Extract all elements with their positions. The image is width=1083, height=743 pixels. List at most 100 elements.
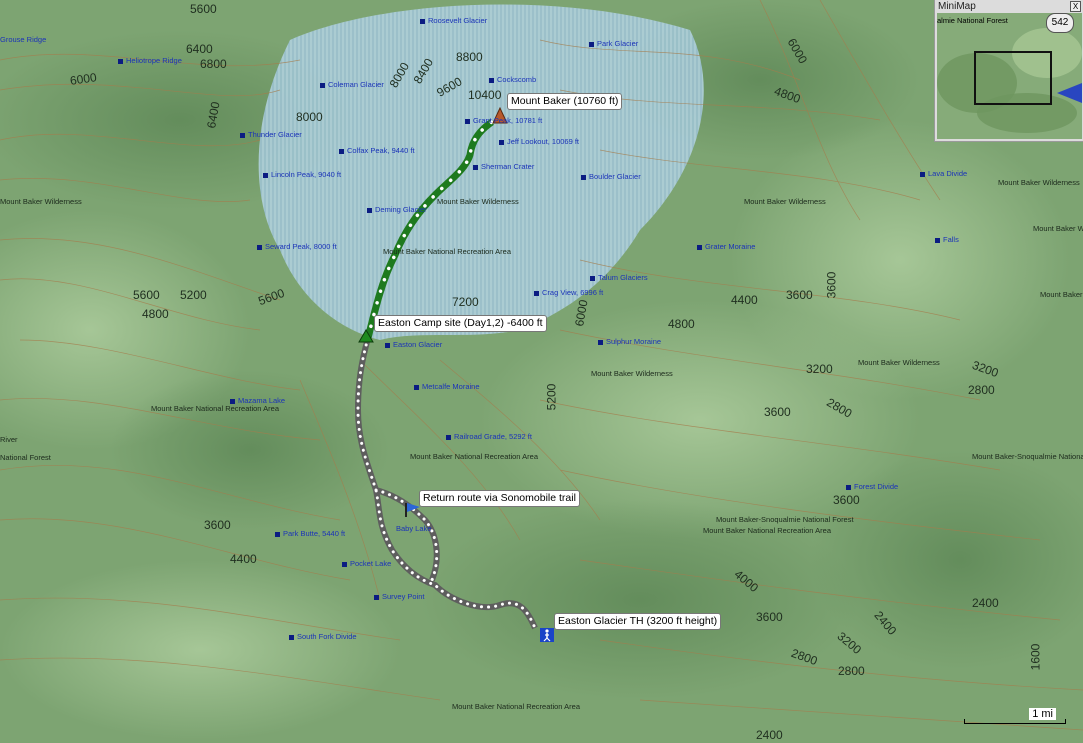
poi-lava-divide[interactable]: Lava Divide xyxy=(920,169,967,178)
poi-label: Heliotrope Ridge xyxy=(126,56,182,65)
area-label: Mount Baker National Recreation Area xyxy=(410,452,538,461)
poi-easton-glacier[interactable]: Easton Glacier xyxy=(385,340,442,349)
poi-sulphur-moraine[interactable]: Sulphur Moraine xyxy=(598,337,661,346)
poi-label: Easton Glacier xyxy=(393,340,443,349)
peak-icon xyxy=(263,172,268,178)
poi-crag-view[interactable]: Crag View, 6996 ft xyxy=(534,288,603,297)
area-label: Mount Baker Wilderness xyxy=(1040,290,1083,299)
trailhead-callout[interactable]: Easton Glacier TH (3200 ft height) xyxy=(554,613,722,630)
poi-forest-divide[interactable]: Forest Divide xyxy=(846,482,898,491)
elevation-label: 4400 xyxy=(230,552,257,566)
elevation-label: 5200 xyxy=(180,288,207,302)
poi-label: Falls xyxy=(943,235,959,244)
peak-icon xyxy=(339,148,344,154)
elevation-label: 4800 xyxy=(142,307,169,321)
peak-icon xyxy=(465,118,470,124)
poi-label: Colfax Peak, 9440 ft xyxy=(347,146,415,155)
elevation-label: 5600 xyxy=(133,288,160,302)
poi-park-butte[interactable]: Park Butte, 5440 ft xyxy=(275,529,345,538)
elevation-label: 3200 xyxy=(806,362,833,376)
poi-label: Forest Divide xyxy=(854,482,899,491)
elevation-label: 6400 xyxy=(186,42,213,56)
marker-icon xyxy=(846,484,851,490)
poi-boulder-glacier[interactable]: Boulder Glacier xyxy=(581,172,641,181)
area-label: Mount Baker Wilderness xyxy=(1033,224,1083,233)
zoom-badge[interactable]: 542 xyxy=(1046,13,1074,33)
poi-colfax-peak[interactable]: Colfax Peak, 9440 ft xyxy=(339,146,415,155)
poi-baby-lake[interactable]: Baby Lake xyxy=(396,524,431,533)
minimap-viewport[interactable] xyxy=(974,51,1052,105)
marker-icon xyxy=(289,634,294,640)
scale-bar: 1 mi xyxy=(964,708,1066,728)
close-icon[interactable]: X xyxy=(1070,1,1081,12)
poi-heliotrope-ridge[interactable]: Heliotrope Ridge xyxy=(118,56,182,65)
poi-pocket-lake[interactable]: Pocket Lake xyxy=(342,559,391,568)
elevation-label: 3600 xyxy=(833,493,860,507)
area-label: Mount Baker Wilderness xyxy=(591,369,673,378)
minimap-panel[interactable]: MiniMap X almie National Forest 542 xyxy=(934,0,1083,142)
area-label: Mount Baker Wilderness xyxy=(858,358,940,367)
camp-callout[interactable]: Easton Camp site (Day1,2) -6400 ft xyxy=(374,315,547,332)
poi-thunder-glacier[interactable]: Thunder Glacier xyxy=(240,130,302,139)
poi-label: Metcalfe Moraine xyxy=(422,382,480,391)
poi-talum-glaciers[interactable]: Talum Glaciers xyxy=(590,273,648,282)
area-label: Mount Baker-Snoqualmie National Forest xyxy=(972,452,1083,461)
area-label: Mount Baker National Recreation Area xyxy=(703,526,831,535)
poi-label: Seward Peak, 8000 ft xyxy=(265,242,337,251)
peak-icon xyxy=(275,531,280,537)
poi-label: Lava Divide xyxy=(928,169,968,178)
poi-lincoln-peak[interactable]: Lincoln Peak, 9040 ft xyxy=(263,170,341,179)
marker-icon xyxy=(473,164,478,170)
poi-label: Pocket Lake xyxy=(350,559,392,568)
marker-icon xyxy=(697,244,702,250)
poi-label: Roosevelt Glacier xyxy=(428,16,488,25)
scale-line xyxy=(964,719,1066,724)
poi-grant-peak[interactable]: Grant Peak, 10781 ft xyxy=(465,116,542,125)
return-route-callout[interactable]: Return route via Sonomobile trail xyxy=(419,490,580,507)
map-canvas[interactable]: 5600 6400 6800 6000 6400 8000 8000 8400 … xyxy=(0,0,1083,743)
marker-icon xyxy=(240,132,245,138)
poi-railroad-grade[interactable]: Railroad Grade, 5292 ft xyxy=(446,432,532,441)
poi-label: Grater Moraine xyxy=(705,242,756,251)
elevation-label: 4400 xyxy=(731,293,758,307)
poi-roosevelt-glacier[interactable]: Roosevelt Glacier xyxy=(420,16,487,25)
poi-label: Boulder Glacier xyxy=(589,172,641,181)
poi-jeff-lookout[interactable]: Jeff Lookout, 10069 ft xyxy=(499,137,579,146)
poi-cockscomb[interactable]: Cockscomb xyxy=(489,75,536,84)
area-label: Mount Baker National Recreation Area xyxy=(151,404,279,413)
poi-sherman-crater[interactable]: Sherman Crater xyxy=(473,162,534,171)
summit-callout[interactable]: Mount Baker (10760 ft) xyxy=(507,93,623,110)
elevation-label: 6800 xyxy=(200,57,227,71)
poi-label: Coleman Glacier xyxy=(328,80,384,89)
elevation-label: 8000 xyxy=(296,110,323,124)
poi-south-fork-divide[interactable]: South Fork Divide xyxy=(289,632,357,641)
poi-metcalfe-moraine[interactable]: Metcalfe Moraine xyxy=(414,382,480,391)
minimap-title: MiniMap xyxy=(938,1,976,12)
poi-survey-point[interactable]: Survey Point xyxy=(374,592,425,601)
poi-grouse-ridge[interactable]: Grouse Ridge xyxy=(0,35,46,44)
elevation-label: 4800 xyxy=(668,317,695,331)
peak-icon xyxy=(257,244,262,250)
minimap-view[interactable]: almie National Forest 542 xyxy=(937,13,1082,139)
poi-label: Railroad Grade, 5292 ft xyxy=(454,432,532,441)
poi-label: Park Glacier xyxy=(597,39,639,48)
poi-label: Sulphur Moraine xyxy=(606,337,662,346)
poi-label: Cockscomb xyxy=(497,75,537,84)
poi-coleman-glacier[interactable]: Coleman Glacier xyxy=(320,80,384,89)
poi-falls[interactable]: Falls xyxy=(935,235,959,244)
elevation-label: 3600 xyxy=(204,518,231,532)
poi-deming-glacier[interactable]: Deming Glacier xyxy=(367,205,427,214)
marker-icon xyxy=(342,561,347,567)
marker-icon xyxy=(230,398,235,404)
elevation-label: 10400 xyxy=(468,88,502,102)
poi-park-glacier[interactable]: Park Glacier xyxy=(589,39,638,48)
poi-grater-moraine[interactable]: Grater Moraine xyxy=(697,242,755,251)
poi-label: Thunder Glacier xyxy=(248,130,302,139)
poi-label: Talum Glaciers xyxy=(598,273,648,282)
marker-icon xyxy=(920,171,925,177)
area-label: Mount Baker-Snoqualmie National Forest xyxy=(716,515,854,524)
poi-seward-peak[interactable]: Seward Peak, 8000 ft xyxy=(257,242,337,251)
elevation-label: 5200 xyxy=(544,383,559,411)
peak-icon xyxy=(374,594,379,600)
elevation-label: 3600 xyxy=(764,405,791,419)
